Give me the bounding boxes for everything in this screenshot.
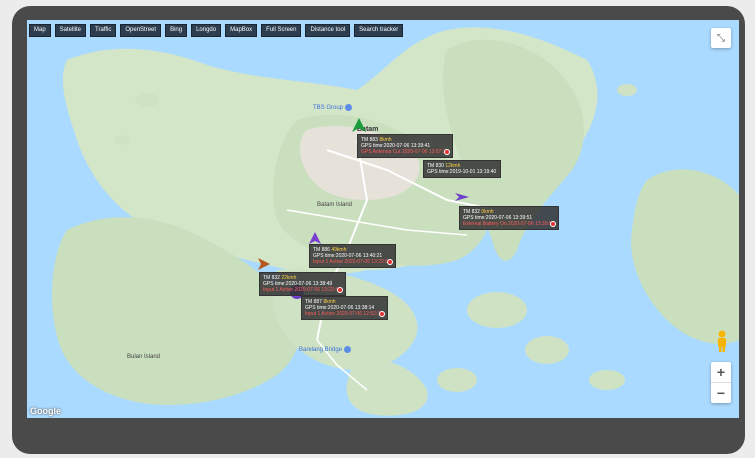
tracker-gps-time: GPS time:2019-10-01 13:19:40: [427, 169, 497, 175]
zoom-out-button[interactable]: −: [711, 383, 731, 403]
poi-pin-icon: [344, 346, 352, 353]
tracker-popup[interactable]: TM 830 12kmh GPS time:2019-10-01 13:19:4…: [423, 160, 502, 178]
tracker-popup[interactable]: TM 887 8kmh GPS time:2020-07-06 13:38:14…: [301, 296, 388, 320]
vehicle-marker-icon[interactable]: [455, 190, 469, 204]
search-tracker-button[interactable]: Search tracker: [354, 24, 404, 37]
tracker-popup[interactable]: TM 886 49kmh GPS time:2020-07-06 13:40:2…: [309, 244, 396, 268]
tracker-alert: Input 1 Active 2020-07-06 12:52:32: [305, 311, 383, 317]
close-icon[interactable]: [336, 287, 343, 293]
pegman-icon[interactable]: [715, 330, 729, 352]
traffic-button[interactable]: Traffic: [90, 24, 117, 37]
zoom-in-button[interactable]: +: [711, 362, 731, 382]
distance-tool-button[interactable]: Distance tool: [305, 24, 351, 37]
collapse-icon: ⤡: [717, 32, 725, 44]
close-icon[interactable]: [444, 149, 451, 155]
poi-tbs-group[interactable]: TBS Group: [313, 104, 353, 111]
tracker-popup[interactable]: TM 883 8kmh GPS time:2020-07-06 13:39:41…: [357, 134, 454, 158]
close-icon[interactable]: [386, 259, 393, 265]
poi-label: Barelang Bridge: [299, 346, 343, 353]
place-label-bulan-island: Bulan Island: [127, 354, 161, 360]
tracker-alert: Input 1 Active 2020-07-06 13:22:09: [313, 259, 391, 265]
close-icon[interactable]: [378, 311, 385, 317]
map-button[interactable]: Map: [29, 24, 51, 37]
map-canvas[interactable]: Map Satellite Traffic OpenStreet Bing Lo…: [27, 20, 739, 418]
openstreet-button[interactable]: OpenStreet: [120, 24, 162, 37]
mapbox-button[interactable]: MapBox: [225, 24, 258, 37]
map-type-toolbar: Map Satellite Traffic OpenStreet Bing Lo…: [29, 24, 404, 37]
tracker-alert: GPS Antenna Cut 2020-07-06 13:07:26: [361, 149, 449, 155]
poi-pin-icon: [345, 104, 353, 111]
satellite-button[interactable]: Satellite: [54, 24, 87, 37]
vehicle-marker-icon[interactable]: [309, 232, 321, 244]
longdo-button[interactable]: Longdo: [191, 24, 222, 37]
tracker-popup[interactable]: TM 832 0kmh GPS time:2020-07-06 13:39:51…: [459, 206, 560, 230]
tracker-alert: External Battery On 2020-07-06 13:39:51: [463, 221, 555, 227]
close-icon[interactable]: [550, 221, 557, 227]
google-logo: Google: [30, 406, 61, 416]
vehicle-marker-icon[interactable]: [352, 118, 366, 132]
poi-label: TBS Group: [313, 104, 344, 111]
zoom-control: + −: [711, 362, 731, 403]
vehicle-marker-icon[interactable]: [258, 258, 270, 270]
fullscreen-toggle-button[interactable]: ⤡: [711, 28, 731, 48]
tracker-popup[interactable]: TM 832 22kmh GPS time:2020-07-06 13:38:4…: [259, 272, 346, 296]
poi-barelang-bridge[interactable]: Barelang Bridge: [299, 346, 352, 353]
bing-button[interactable]: Bing: [165, 24, 188, 37]
tracker-alert: Input 1 Active 2020-07-06 13:22:41: [263, 287, 341, 293]
place-label-batam-island: Batam Island: [317, 202, 353, 208]
full-screen-button[interactable]: Full Screen: [261, 24, 302, 37]
